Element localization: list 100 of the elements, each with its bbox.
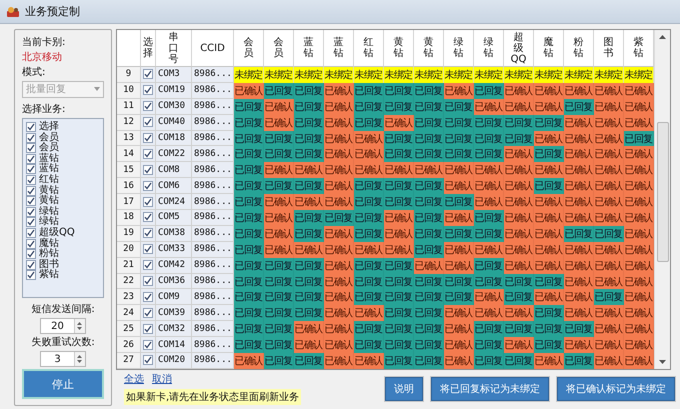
- row-checkbox[interactable]: [143, 180, 153, 191]
- status-cell: 已确认: [504, 178, 534, 194]
- status-cell: 已回复: [324, 210, 354, 226]
- status-cell: 已确认: [624, 258, 654, 274]
- column-header: 蓝钻: [302, 37, 314, 59]
- checkbox[interactable]: [26, 164, 36, 174]
- status-cell: 已回复: [294, 130, 324, 146]
- status-cell: 未绑定: [324, 67, 354, 83]
- checkbox[interactable]: [26, 196, 36, 206]
- checkbox[interactable]: [26, 270, 36, 280]
- checkbox[interactable]: [26, 206, 36, 217]
- row-number: 14: [117, 146, 141, 162]
- column-header: 紫钻: [632, 37, 644, 59]
- status-cell: 已确认: [474, 289, 504, 306]
- status-cell: 已确认: [324, 353, 354, 369]
- service-label: 选择: [39, 122, 59, 132]
- status-cell: 已确认: [504, 162, 534, 178]
- status-cell: 已回复: [234, 146, 264, 162]
- status-cell: 已回复: [354, 337, 384, 354]
- status-cell: 已回复: [234, 321, 264, 338]
- status-cell: 已确认: [594, 242, 624, 258]
- checkbox[interactable]: [26, 174, 36, 185]
- status-cell: 已回复: [534, 321, 564, 338]
- row-checkbox[interactable]: [143, 148, 153, 159]
- checkbox[interactable]: [26, 143, 36, 154]
- column-header: 蓝钻: [332, 37, 344, 59]
- status-cell: 已回复: [414, 130, 444, 146]
- status-cell: 已回复: [414, 289, 444, 306]
- row-checkbox[interactable]: [143, 228, 153, 238]
- row-checkbox[interactable]: [143, 324, 153, 334]
- status-cell: 已回复: [234, 130, 264, 146]
- link[interactable]: 全选: [124, 372, 144, 386]
- ccid-cell: 8986...: [192, 258, 234, 274]
- row-number: 23: [117, 289, 141, 306]
- status-cell: 已回复: [354, 289, 384, 306]
- status-cell: 已确认: [354, 130, 384, 146]
- retries-spinner[interactable]: 3: [40, 351, 86, 368]
- status-cell: 已回复: [384, 82, 414, 99]
- row-checkbox[interactable]: [143, 292, 153, 302]
- row-checkbox[interactable]: [143, 69, 153, 80]
- status-cell: 已确认: [594, 114, 624, 131]
- status-cell: 已回复: [384, 194, 414, 210]
- status-cell: 已确认: [564, 194, 594, 210]
- row-checkbox[interactable]: [143, 340, 153, 350]
- status-cell: 已回复: [264, 258, 294, 274]
- column-header: 选择: [142, 37, 154, 59]
- checkbox[interactable]: [26, 154, 36, 164]
- checkbox[interactable]: [26, 122, 36, 132]
- checkbox[interactable]: [26, 238, 36, 249]
- row-checkbox[interactable]: [143, 85, 153, 96]
- column-header: 绿钻: [452, 37, 464, 59]
- row-checkbox[interactable]: [143, 101, 153, 112]
- mode-label: 模式:: [22, 66, 46, 79]
- row-checkbox[interactable]: [143, 212, 153, 222]
- status-cell: 已回复: [354, 210, 384, 226]
- row-checkbox[interactable]: [143, 355, 153, 366]
- link[interactable]: 取消: [152, 372, 172, 386]
- status-cell: 已回复: [264, 321, 294, 338]
- row-checkbox[interactable]: [143, 117, 153, 128]
- status-cell: 已回复: [384, 178, 414, 194]
- checkbox[interactable]: [26, 249, 36, 260]
- status-cell: 已回复: [264, 130, 294, 146]
- status-cell: 已回复: [474, 258, 504, 274]
- checkbox[interactable]: [26, 260, 36, 270]
- row-checkbox[interactable]: [143, 276, 153, 286]
- status-cell: 已确认: [474, 242, 504, 258]
- row-checkbox[interactable]: [143, 308, 153, 318]
- row-checkbox[interactable]: [143, 244, 153, 254]
- status-cell: 已确认: [594, 321, 624, 338]
- row-checkbox[interactable]: [143, 196, 153, 207]
- status-cell: 已确认: [624, 162, 654, 178]
- checkbox[interactable]: [26, 217, 36, 228]
- row-checkbox[interactable]: [143, 164, 153, 175]
- action-button[interactable]: 说明: [385, 376, 423, 401]
- status-cell: 已确认: [564, 305, 594, 322]
- row-checkbox[interactable]: [143, 133, 153, 143]
- action-button[interactable]: 将已回复标记为未绑定: [431, 376, 549, 401]
- status-cell: 已回复: [234, 242, 264, 258]
- checkbox[interactable]: [26, 132, 36, 143]
- status-cell: 未绑定: [444, 67, 474, 83]
- status-cell: 已回复: [234, 289, 264, 306]
- status-cell: 已确认: [624, 210, 654, 226]
- row-checkbox[interactable]: [143, 260, 153, 270]
- checkbox[interactable]: [26, 228, 36, 238]
- status-cell: 已确认: [444, 162, 474, 178]
- interval-spinner[interactable]: 20: [40, 318, 86, 334]
- status-cell: 已确认: [474, 98, 504, 115]
- status-cell: 已确认: [264, 98, 294, 115]
- scrollbar[interactable]: [654, 30, 670, 369]
- status-cell: 未绑定: [624, 67, 654, 83]
- checkbox[interactable]: [26, 186, 36, 196]
- status-cell: 已回复: [474, 226, 504, 242]
- status-cell: 已确认: [534, 194, 564, 210]
- action-button[interactable]: 将已确认标记为未绑定: [557, 376, 675, 401]
- status-cell: 已确认: [594, 194, 624, 210]
- status-cell: 已回复: [234, 210, 264, 226]
- status-cell: 已确认: [324, 130, 354, 146]
- status-cell: 已回复: [414, 210, 444, 226]
- stop-button[interactable]: 停止: [22, 369, 104, 399]
- scroll-thumb[interactable]: [656, 122, 668, 262]
